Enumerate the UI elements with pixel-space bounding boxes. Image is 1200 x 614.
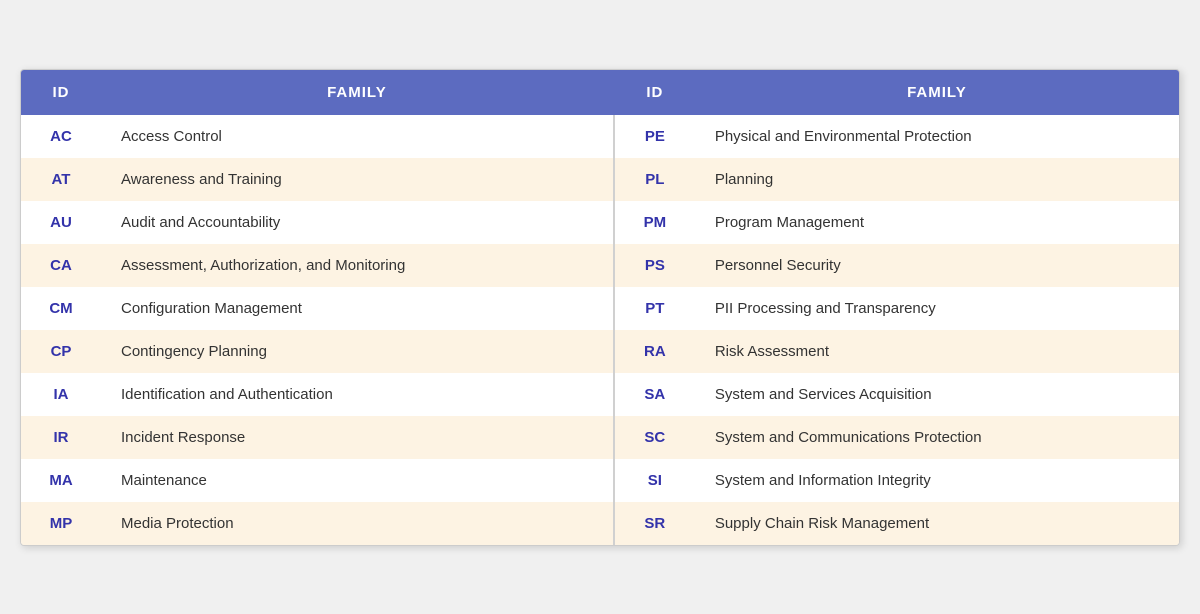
header-id-right: ID <box>615 70 695 115</box>
id-right: PE <box>615 115 695 158</box>
family-left: Configuration Management <box>101 287 613 330</box>
family-left: Media Protection <box>101 502 613 545</box>
family-right: Risk Assessment <box>695 330 1179 373</box>
family-right: PII Processing and Transparency <box>695 287 1179 330</box>
table-row: IAIdentification and AuthenticationSASys… <box>21 373 1179 416</box>
header-id-left: ID <box>21 70 101 115</box>
family-left: Assessment, Authorization, and Monitorin… <box>101 244 613 287</box>
id-right: SR <box>615 502 695 545</box>
family-right: System and Services Acquisition <box>695 373 1179 416</box>
family-left: Access Control <box>101 115 613 158</box>
id-left: AU <box>21 201 101 244</box>
id-right: PM <box>615 201 695 244</box>
header-family-left: FAMILY <box>101 70 613 115</box>
id-left: AT <box>21 158 101 201</box>
family-right: System and Information Integrity <box>695 459 1179 502</box>
family-right: Supply Chain Risk Management <box>695 502 1179 545</box>
family-right: Personnel Security <box>695 244 1179 287</box>
id-right: PL <box>615 158 695 201</box>
family-left: Awareness and Training <box>101 158 613 201</box>
family-left: Incident Response <box>101 416 613 459</box>
id-right: SC <box>615 416 695 459</box>
table-body: ACAccess ControlPEPhysical and Environme… <box>21 115 1179 545</box>
id-right: PT <box>615 287 695 330</box>
family-right: Planning <box>695 158 1179 201</box>
family-left: Identification and Authentication <box>101 373 613 416</box>
family-left: Audit and Accountability <box>101 201 613 244</box>
table-header-row: ID FAMILY ID FAMILY <box>21 70 1179 115</box>
id-right: PS <box>615 244 695 287</box>
family-right: Program Management <box>695 201 1179 244</box>
id-left: MA <box>21 459 101 502</box>
id-left: CA <box>21 244 101 287</box>
id-left: AC <box>21 115 101 158</box>
id-left: CP <box>21 330 101 373</box>
id-right: SI <box>615 459 695 502</box>
id-left: IA <box>21 373 101 416</box>
table-row: ATAwareness and TrainingPLPlanning <box>21 158 1179 201</box>
main-table-container: ID FAMILY ID FAMILY ACAccess ControlPEPh… <box>20 69 1180 546</box>
id-right: RA <box>615 330 695 373</box>
id-left: CM <box>21 287 101 330</box>
table-row: AUAudit and AccountabilityPMProgram Mana… <box>21 201 1179 244</box>
header-family-right: FAMILY <box>695 70 1179 115</box>
family-right: System and Communications Protection <box>695 416 1179 459</box>
table-row: CAAssessment, Authorization, and Monitor… <box>21 244 1179 287</box>
table-row: CMConfiguration ManagementPTPII Processi… <box>21 287 1179 330</box>
table-row: IRIncident ResponseSCSystem and Communic… <box>21 416 1179 459</box>
family-left: Contingency Planning <box>101 330 613 373</box>
table-row: CPContingency PlanningRARisk Assessment <box>21 330 1179 373</box>
table-row: ACAccess ControlPEPhysical and Environme… <box>21 115 1179 158</box>
id-left: IR <box>21 416 101 459</box>
id-right: SA <box>615 373 695 416</box>
id-left: MP <box>21 502 101 545</box>
family-right: Physical and Environmental Protection <box>695 115 1179 158</box>
family-left: Maintenance <box>101 459 613 502</box>
table-row: MPMedia ProtectionSRSupply Chain Risk Ma… <box>21 502 1179 545</box>
control-families-table: ID FAMILY ID FAMILY ACAccess ControlPEPh… <box>21 70 1179 545</box>
table-row: MAMaintenanceSISystem and Information In… <box>21 459 1179 502</box>
